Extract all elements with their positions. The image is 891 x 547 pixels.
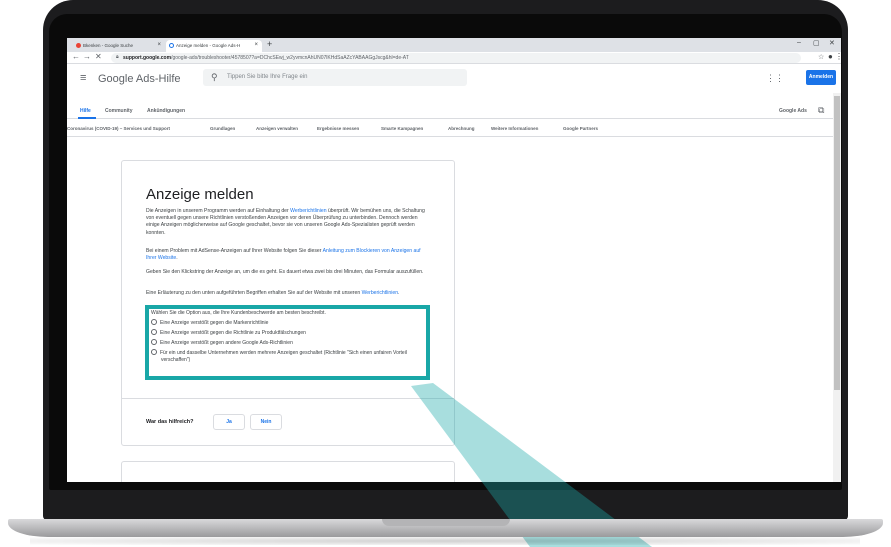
browser-tab-label: Bkenken - Google Suche xyxy=(83,43,134,48)
page-title: Anzeige melden xyxy=(146,186,254,203)
new-tab-icon[interactable]: + xyxy=(267,39,272,49)
browser-tab-search[interactable]: Bkenken - Google Suche × xyxy=(73,40,165,52)
category-google-partners[interactable]: Google Partners xyxy=(563,126,598,131)
terms-text: Eine Erläuterung zu den unten aufgeführt… xyxy=(146,290,362,296)
category-measure[interactable]: Ergebnisse messen xyxy=(317,126,359,131)
account-icon[interactable]: ● xyxy=(828,52,833,61)
url-domain: support.google.com xyxy=(123,55,172,61)
category-more-info[interactable]: Weitere Informationen xyxy=(491,126,538,131)
adsense-text: Bei einem Problem mit AdSense-Anzeigen a… xyxy=(146,248,323,254)
laptop-notch xyxy=(382,519,510,526)
help-tabs: Hilfe Community Ankündigungen Google Ads… xyxy=(67,100,841,119)
forward-icon[interactable]: → xyxy=(83,52,91,61)
external-link-icon[interactable]: ⧉ xyxy=(818,105,824,116)
feedback-yes-button[interactable]: Ja xyxy=(213,414,245,430)
ad-policies-link-2[interactable]: Werberichtlinien xyxy=(362,290,398,296)
feedback-no-button[interactable]: Nein xyxy=(250,414,282,430)
intro-paragraph: Die Anzeigen in unserem Programm werden … xyxy=(146,208,430,237)
tab-community[interactable]: Community xyxy=(105,108,133,114)
apps-grid-icon[interactable]: ⋮⋮ xyxy=(766,73,784,84)
browser-tab-label: Anzeige melden - Google Ads-H xyxy=(176,43,241,48)
browser-menu-icon[interactable]: ⋮ xyxy=(835,52,841,61)
help-header: ≡ Google Ads-Hilfe ⚲ Tippen Sie bitte Ih… xyxy=(67,65,841,92)
lock-icon: 🔒︎ xyxy=(116,54,119,60)
browser-window: Bkenken - Google Suche × Anzeige melden … xyxy=(67,38,841,482)
back-icon[interactable]: ← xyxy=(72,52,80,61)
minimize-icon[interactable]: – xyxy=(797,39,801,46)
laptop-mockup: Bkenken - Google Suche × Anzeige melden … xyxy=(0,0,891,547)
intro-text: Die Anzeigen in unserem Programm werden … xyxy=(146,208,291,214)
address-bar-row: ← → ✕ 🔒︎ support.google.com/google-ads/t… xyxy=(67,52,841,64)
ad-policies-link[interactable]: Werberichtlinien xyxy=(290,208,326,214)
tab-hilfe[interactable]: Hilfe xyxy=(80,108,91,114)
maximize-icon[interactable]: ▢ xyxy=(813,39,820,47)
scrollbar-thumb[interactable] xyxy=(834,96,840,390)
search-placeholder: Tippen Sie bitte Ihre Frage ein xyxy=(227,74,308,80)
category-covid[interactable]: Coronavirus (COVID-19) – Services und Su… xyxy=(67,126,170,131)
signin-button[interactable]: Anmelden xyxy=(806,70,836,85)
stop-icon[interactable]: ✕ xyxy=(95,52,102,61)
category-billing[interactable]: Abrechnung xyxy=(448,126,475,131)
next-card xyxy=(121,461,455,482)
help-search-input[interactable]: ⚲ Tippen Sie bitte Ihre Frage ein xyxy=(203,69,467,86)
clickstring-paragraph: Geben Sie den Klickstring der Anzeige an… xyxy=(146,269,424,275)
card-divider xyxy=(121,398,455,399)
google-ads-link[interactable]: Google Ads xyxy=(779,108,807,114)
terms-paragraph: Eine Erläuterung zu den unten aufgeführt… xyxy=(146,290,430,297)
terms-text-end: . xyxy=(398,290,400,296)
bookmark-star-icon[interactable]: ☆ xyxy=(818,53,824,61)
window-close-icon[interactable]: ✕ xyxy=(829,39,835,47)
category-basics[interactable]: Grundlagen xyxy=(210,126,235,131)
google-g-icon xyxy=(76,43,81,48)
url-path: /google-ads/troubleshooter/4578507?a=DCh… xyxy=(171,55,409,61)
adsense-text-end: . xyxy=(176,255,178,262)
close-tab-icon[interactable]: × xyxy=(254,42,258,48)
close-tab-icon[interactable]: × xyxy=(157,42,161,48)
category-manage-ads[interactable]: Anzeigen verwalten xyxy=(256,126,298,131)
search-icon: ⚲ xyxy=(211,72,218,82)
tab-announcements[interactable]: Ankündigungen xyxy=(147,108,185,114)
tab-strip: Bkenken - Google Suche × Anzeige melden … xyxy=(67,38,841,52)
hamburger-menu-icon[interactable]: ≡ xyxy=(80,72,86,84)
product-title[interactable]: Google Ads-Hilfe xyxy=(98,73,181,85)
browser-tab-active[interactable]: Anzeige melden - Google Ads-H × xyxy=(166,40,262,52)
feedback-question: War das hilfreich? xyxy=(146,419,194,425)
category-smart-campaigns[interactable]: Smarte Kampagnen xyxy=(381,126,423,131)
active-tab-indicator xyxy=(78,117,96,119)
category-nav: Coronavirus (COVID-19) – Services und Su… xyxy=(67,120,841,137)
url-field[interactable]: 🔒︎ support.google.com/google-ads/trouble… xyxy=(111,53,801,63)
highlight-frame xyxy=(145,305,430,380)
adsense-paragraph: Bei einem Problem mit AdSense-Anzeigen a… xyxy=(146,248,430,262)
laptop-shadow xyxy=(30,537,860,545)
google-ads-icon xyxy=(169,43,174,48)
